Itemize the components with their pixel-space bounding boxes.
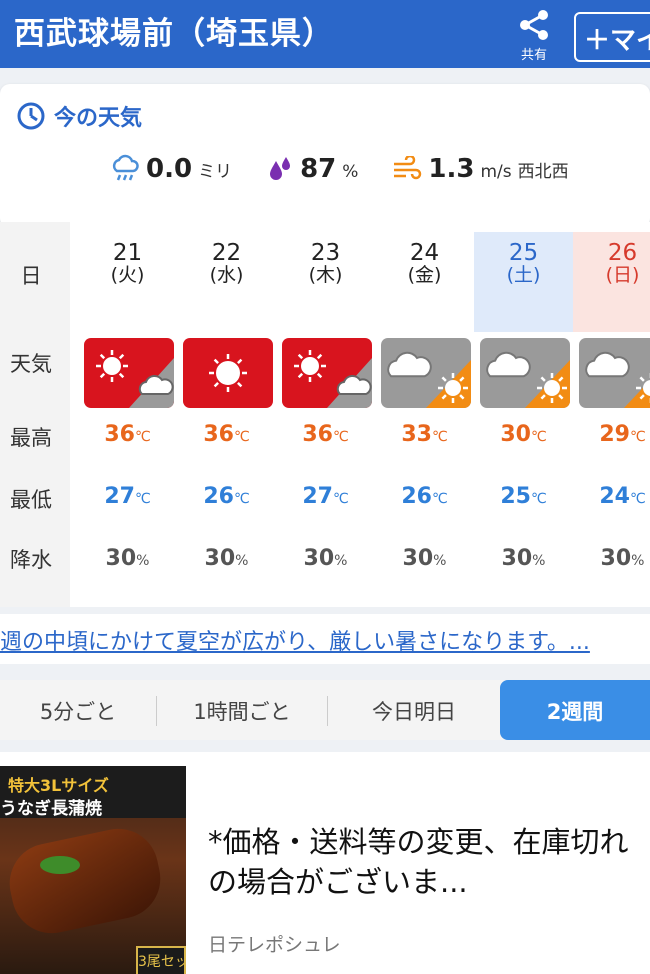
forecast-date: 21 (火) (78, 240, 177, 287)
high-temp: 30℃ (500, 422, 547, 447)
share-label: 共有 (520, 48, 547, 63)
row-label-low: 最低 (10, 488, 52, 512)
low-temp: 26℃ (401, 484, 448, 509)
precip-chance: 30% (105, 546, 150, 571)
forecast-day-column: 22 (水) 36℃ 26℃ 30% (177, 222, 276, 607)
row-label-high: 最高 (10, 426, 52, 450)
forecast-day-column: 24 (金) 33℃ 26℃ 30% (375, 222, 474, 607)
forecast-day-column: 21 (火) 36℃ 27℃ 30% (78, 222, 177, 607)
forecast-tabs: 5分ごと 1時間ごと 今日明日 2週間 (0, 680, 650, 740)
forecast-date-number: 21 (112, 240, 143, 266)
weather-icon-sunny (183, 338, 273, 408)
precip-chance: 30% (204, 546, 249, 571)
page-title: 西武球場前（埼玉県） (14, 16, 334, 52)
wind-icon (394, 156, 422, 180)
precip-chance: 30% (303, 546, 348, 571)
low-temp: 25℃ (500, 484, 547, 509)
precip-chance: 30% (501, 546, 546, 571)
tab-5min[interactable]: 5分ごと (0, 680, 156, 740)
eel-image (2, 821, 168, 941)
rain-cloud-icon (112, 154, 139, 181)
humidity-icon (270, 157, 291, 180)
low-temp: 24℃ (599, 484, 646, 509)
current-weather-heading: 今の天気 (16, 100, 142, 132)
forecast-date: 26 (日) (573, 240, 650, 287)
high-temp: 36℃ (302, 422, 349, 447)
forecast-date-number: 22 (211, 240, 242, 266)
ad-source: 日テレポシュレ (208, 934, 341, 956)
rain-unit: ミリ (198, 162, 233, 182)
add-my-location-button[interactable]: ＋マイ (574, 12, 650, 62)
precip-chance: 30% (402, 546, 447, 571)
forecast-comment-link[interactable]: 週の中頃にかけて夏空が広がり、厳しい暑さになります。... (0, 614, 650, 664)
high-temp: 36℃ (104, 422, 151, 447)
share-icon (520, 10, 548, 40)
tab-2weeks[interactable]: 2週間 (500, 680, 650, 740)
forecast-day-column: 23 (木) 36℃ 27℃ 30% (276, 222, 375, 607)
clock-icon (17, 102, 45, 130)
forecast-day-column: 25 (土) 30℃ 25℃ 30% (474, 222, 573, 607)
high-temp: 29℃ (599, 422, 646, 447)
weather-icon-cloudy-then-sunny (381, 338, 471, 408)
row-label-precip: 降水 (10, 548, 52, 572)
forecast-weekday: (火) (110, 264, 145, 286)
forecast-weekday: (土) (506, 264, 541, 286)
weather-icon-sunny-then-cloudy (282, 338, 372, 408)
forecast-date-number: 24 (409, 240, 440, 266)
wind-direction: 西北西 (517, 162, 569, 182)
low-temp: 27℃ (104, 484, 151, 509)
app-header: 西武球場前（埼玉県） 共有 ＋マイ (0, 0, 650, 68)
forecast-date: 25 (土) (474, 240, 573, 287)
forecast-weekday: (日) (605, 264, 640, 286)
forecast-weekday: (水) (209, 264, 244, 286)
daily-forecast-table: 日 天気 最高 最低 降水 21 (火) 36℃ 27℃ 30% 22 (水) 36℃ 26℃ 3… (0, 222, 650, 607)
row-label-weather: 天気 (10, 352, 52, 376)
tab-hourly[interactable]: 1時間ごと (157, 680, 327, 740)
current-weather-values: 0.0 ミリ 87 % 1.3 m/s 西北西 (110, 154, 569, 184)
ad-text[interactable]: *価格・送料等の変更、在庫切れの場合がございま... (208, 822, 648, 902)
weather-icon-cloudy-then-sunny (480, 338, 570, 408)
low-temp: 26℃ (203, 484, 250, 509)
wind-unit: m/s (480, 162, 512, 182)
forecast-date-number: 25 (508, 240, 539, 266)
share-button[interactable]: 共有 (512, 6, 556, 63)
forecast-weekday: (金) (407, 264, 442, 286)
row-labels: 日 天気 最高 最低 降水 (0, 222, 70, 607)
ad-image-text-1: 特大3Lサイズ (8, 776, 109, 795)
ad-image[interactable]: 特大3Lサイズ うなぎ長蒲焼 3尾セット (0, 766, 186, 974)
humidity-value: 87 (300, 154, 337, 184)
weather-icon-cloudy-then-sunny (579, 338, 650, 408)
current-weather-card: 今の天気 0.0 ミリ 87 % 1.3 m/s 西北西 (0, 84, 650, 228)
high-temp: 36℃ (203, 422, 250, 447)
tab-today-tomorrow[interactable]: 今日明日 (328, 680, 500, 740)
forecast-weekday: (木) (308, 264, 343, 286)
wind-value: 1.3 (428, 154, 475, 184)
precip-chance: 30% (600, 546, 645, 571)
rain-value: 0.0 (146, 154, 193, 184)
forecast-date-number: 23 (310, 240, 341, 266)
weather-icon-sunny-then-cloudy (84, 338, 174, 408)
humidity-unit: % (342, 162, 359, 182)
forecast-date: 24 (金) (375, 240, 474, 287)
ad-image-text-2: うなぎ長蒲焼 (0, 799, 102, 819)
ad-badge: 3尾セット (136, 946, 186, 974)
forecast-day-column: 26 (日) 29℃ 24℃ 30% (573, 222, 650, 607)
forecast-date: 23 (木) (276, 240, 375, 287)
ad-card[interactable]: 特大3Lサイズ うなぎ長蒲焼 3尾セット *価格・送料等の変更、在庫切れの場合が… (0, 752, 650, 974)
current-weather-title: 今の天気 (54, 106, 143, 131)
forecast-date: 22 (水) (177, 240, 276, 287)
low-temp: 27℃ (302, 484, 349, 509)
row-label-date: 日 (20, 264, 42, 288)
forecast-date-number: 26 (607, 240, 638, 266)
high-temp: 33℃ (401, 422, 448, 447)
